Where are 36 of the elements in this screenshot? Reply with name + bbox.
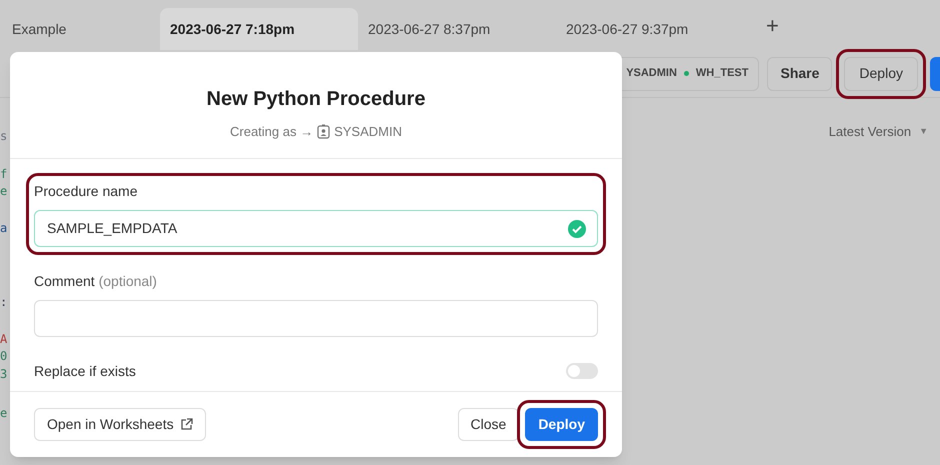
code-fragment: a <box>0 222 8 234</box>
code-fragment: f <box>0 168 8 180</box>
toolbar-button[interactable] <box>930 56 940 90</box>
deploy-button[interactable]: Deploy <box>844 56 918 90</box>
field-label: Comment (optional) <box>34 272 157 288</box>
code-fragment: 0 <box>0 350 8 362</box>
add-tab-button[interactable]: + <box>766 8 779 42</box>
user-badge-icon <box>317 124 330 140</box>
close-button[interactable]: Close <box>458 408 520 441</box>
caret-icon: ▼ <box>919 125 928 138</box>
version-select[interactable]: Latest Version ▼ <box>828 122 928 142</box>
code-fragment: : <box>0 296 8 308</box>
field-label: Procedure name <box>34 182 138 198</box>
tab[interactable]: 2023-06-27 8:37pm <box>358 8 556 50</box>
creating-as-label: Creating as → <box>230 123 314 141</box>
text-field[interactable]: SAMPLE_EMPDATA <box>34 210 598 246</box>
role-name: SYSADMIN <box>334 123 402 141</box>
role-label: YSADMIN <box>626 66 677 82</box>
code-fragment: e <box>0 407 8 419</box>
share-button[interactable]: Share <box>767 56 832 90</box>
replace-label: Replace if exists <box>34 362 136 381</box>
warehouse-label: WH_TEST <box>696 66 748 82</box>
tab[interactable]: Example <box>0 8 160 50</box>
dialog-title: New Python Procedure <box>206 87 426 112</box>
code-fragment: s <box>0 130 8 142</box>
code-fragment: A <box>0 333 8 345</box>
open-in-worksheets-button[interactable]: Open in Worksheets <box>34 408 206 441</box>
check-circle-icon <box>568 220 586 238</box>
code-fragment: e <box>0 185 8 197</box>
external-link-icon <box>180 418 193 431</box>
code-fragment: 3 <box>0 368 8 380</box>
tab[interactable]: 2023-06-27 9:37pm <box>556 8 754 50</box>
text-field[interactable] <box>34 300 598 336</box>
toggle-switch[interactable] <box>566 363 598 379</box>
tab[interactable]: 2023-06-27 7:18pm <box>160 8 358 50</box>
deploy-button[interactable]: Deploy <box>525 408 598 441</box>
